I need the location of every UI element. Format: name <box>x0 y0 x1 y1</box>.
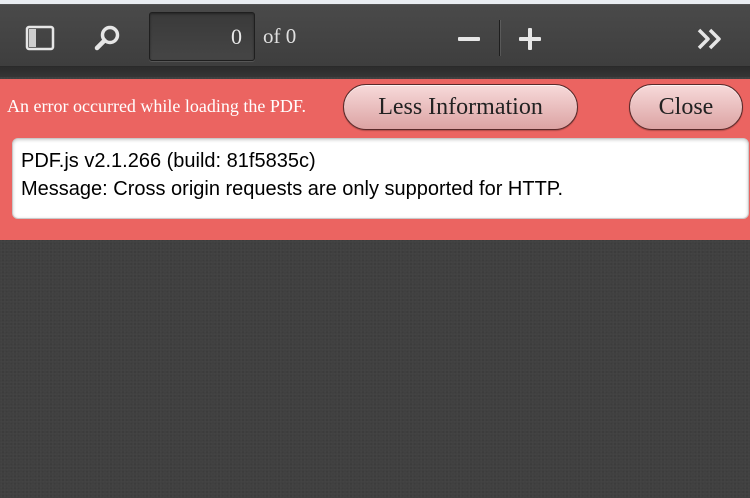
page-number-input[interactable] <box>149 12 255 61</box>
pdf-viewer: of 0 An error occurred while loading the… <box>0 0 750 498</box>
double-chevron-right-icon[interactable] <box>692 22 728 56</box>
page-count-label: of 0 <box>263 24 297 48</box>
toolbar-shadow <box>0 67 750 77</box>
error-details: PDF.js v2.1.266 (build: 81f5835c) Messag… <box>12 138 749 219</box>
close-button[interactable]: Close <box>629 84 743 130</box>
search-icon[interactable] <box>90 20 126 56</box>
toolbar: of 0 <box>0 4 750 67</box>
plus-icon[interactable] <box>513 22 547 56</box>
zoom-separator <box>499 20 500 56</box>
error-message: An error occurred while loading the PDF. <box>7 96 306 116</box>
error-detail-version: PDF.js v2.1.266 (build: 81f5835c) <box>21 150 316 172</box>
error-detail-message: Message: Cross origin requests are only … <box>21 178 564 200</box>
minus-icon[interactable] <box>452 22 486 56</box>
less-information-button[interactable]: Less Information <box>343 84 578 130</box>
sidebar-icon[interactable] <box>22 20 58 56</box>
